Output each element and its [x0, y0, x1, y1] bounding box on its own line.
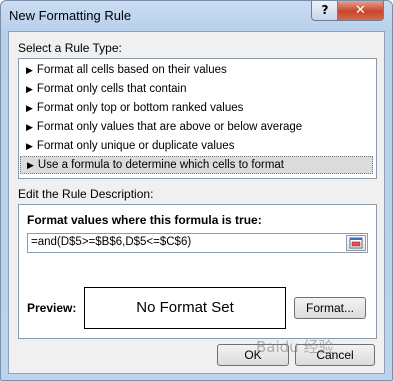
rule-type-list[interactable]: ▶ Format all cells based on their values … — [18, 58, 377, 179]
rule-description-panel: Format values where this formula is true… — [18, 204, 377, 339]
format-button[interactable]: Format... — [294, 297, 366, 319]
dialog-content: Select a Rule Type: ▶ Format all cells ba… — [8, 31, 385, 374]
title-bar[interactable]: New Formatting Rule ? ✕ — [1, 1, 392, 31]
dialog-title: New Formatting Rule — [9, 8, 132, 23]
rule-item-unique-duplicate[interactable]: ▶ Format only unique or duplicate values — [20, 137, 373, 155]
formula-input[interactable]: =and(D$5>=$B$6,D$5<=$C$6) — [27, 233, 368, 253]
close-icon: ✕ — [355, 3, 366, 18]
cancel-button[interactable]: Cancel — [295, 344, 375, 366]
rule-item-top-bottom[interactable]: ▶ Format only top or bottom ranked values — [20, 99, 373, 117]
arrow-right-icon: ▶ — [26, 66, 33, 76]
help-icon: ? — [321, 3, 329, 17]
rule-item-label: Format only values that are above or bel… — [36, 121, 303, 133]
formula-label: Format values where this formula is true… — [27, 213, 262, 227]
formula-value: =and(D$5>=$B$6,D$5<=$C$6) — [31, 236, 192, 248]
arrow-right-icon: ▶ — [26, 142, 33, 152]
collapse-dialog-icon — [349, 237, 363, 249]
rule-item-label: Format only top or bottom ranked values — [36, 102, 244, 114]
rule-item-use-formula[interactable]: ▶ Use a formula to determine which cells … — [20, 156, 373, 174]
rule-item-label: Use a formula to determine which cells t… — [37, 159, 284, 171]
arrow-right-icon: ▶ — [26, 123, 33, 133]
rule-item-all-cells[interactable]: ▶ Format all cells based on their values — [20, 61, 373, 79]
rule-description-label: Edit the Rule Description: — [18, 187, 154, 201]
collapse-dialog-button[interactable] — [346, 235, 366, 251]
rule-item-cells-contain[interactable]: ▶ Format only cells that contain — [20, 80, 373, 98]
help-button[interactable]: ? — [311, 1, 339, 21]
rule-item-above-below-average[interactable]: ▶ Format only values that are above or be… — [20, 118, 373, 136]
arrow-right-icon: ▶ — [26, 85, 33, 95]
arrow-right-icon: ▶ — [26, 104, 33, 114]
preview-label: Preview: — [27, 301, 77, 315]
arrow-right-icon: ▶ — [27, 161, 34, 171]
dialog-window: New Formatting Rule ? ✕ Select a Rule Ty… — [0, 0, 393, 381]
rule-item-label: Format only unique or duplicate values — [36, 140, 235, 152]
rule-item-label: Format all cells based on their values — [36, 64, 227, 76]
close-button[interactable]: ✕ — [337, 1, 384, 21]
format-preview: No Format Set — [84, 287, 286, 329]
rule-type-label: Select a Rule Type: — [18, 41, 122, 55]
rule-item-label: Format only cells that contain — [36, 83, 187, 95]
ok-button[interactable]: OK — [217, 344, 289, 366]
